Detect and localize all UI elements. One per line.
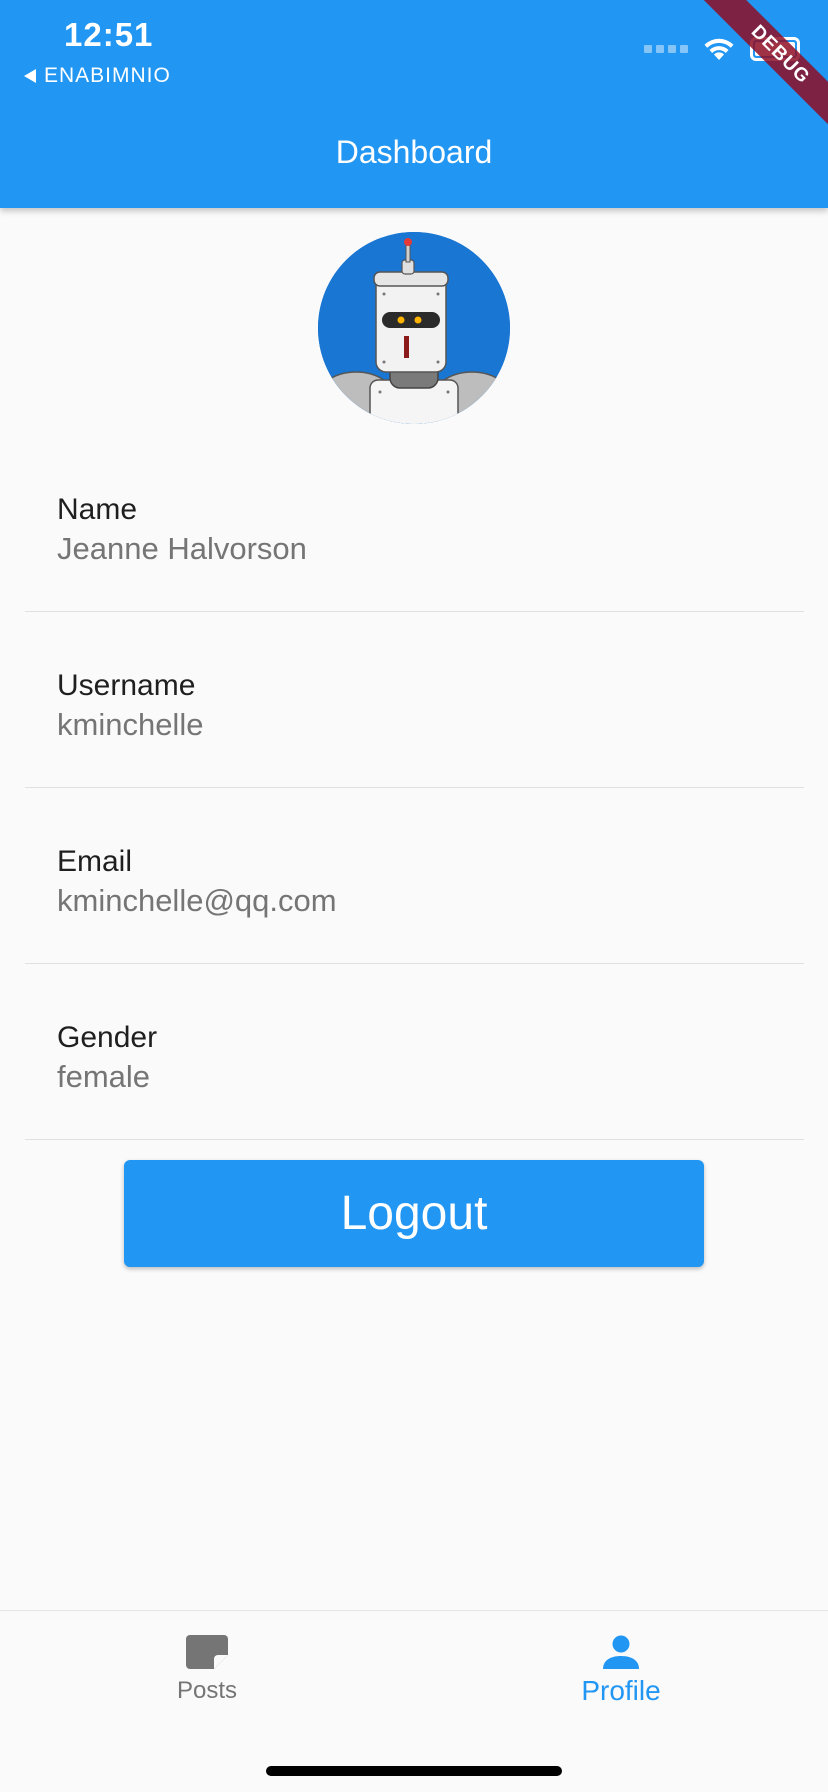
nav-item-posts[interactable]: Posts bbox=[0, 1611, 414, 1731]
field-label: Username bbox=[57, 669, 196, 702]
info-row-username: Username kminchelle bbox=[25, 612, 804, 788]
nav-item-profile[interactable]: Profile bbox=[414, 1611, 828, 1731]
nav-label-profile: Profile bbox=[581, 1675, 661, 1706]
info-row-gender: Gender female bbox=[25, 964, 804, 1140]
field-label: Name bbox=[57, 493, 138, 526]
profile-info-list: Name Jeanne Halvorson Username kminchell… bbox=[25, 436, 804, 1140]
back-app-label: ENABIMNIO bbox=[44, 64, 171, 87]
person-icon bbox=[603, 1635, 639, 1669]
cellular-signal-icon bbox=[644, 45, 688, 53]
info-row-name: Name Jeanne Halvorson bbox=[25, 436, 804, 612]
page-title: Dashboard bbox=[335, 134, 493, 170]
bottom-navigation: Posts Profile bbox=[0, 1610, 828, 1792]
field-value: kminchelle@qq.com bbox=[57, 883, 337, 918]
field-label: Gender bbox=[57, 1021, 158, 1054]
info-row-email: Email kminchelle@qq.com bbox=[25, 788, 804, 964]
wifi-icon bbox=[704, 38, 734, 60]
back-triangle-icon bbox=[24, 69, 36, 83]
field-value: female bbox=[57, 1059, 151, 1094]
field-value: Jeanne Halvorson bbox=[57, 531, 307, 566]
robot-avatar-icon bbox=[318, 232, 510, 424]
avatar bbox=[318, 232, 510, 424]
status-time: 12:51 bbox=[64, 16, 154, 53]
screen: 12:51 ENABIMNIO Dashboard DEBUG Name Jea… bbox=[0, 0, 828, 1792]
back-to-app-link[interactable]: ENABIMNIO bbox=[24, 64, 171, 88]
document-icon bbox=[186, 1635, 228, 1669]
home-indicator[interactable] bbox=[266, 1766, 562, 1776]
nav-label-posts: Posts bbox=[176, 1677, 238, 1704]
field-value: kminchelle bbox=[57, 707, 204, 742]
field-label: Email bbox=[57, 845, 133, 878]
app-bar: 12:51 ENABIMNIO Dashboard bbox=[0, 0, 828, 208]
logout-button[interactable]: Logout bbox=[124, 1160, 704, 1267]
